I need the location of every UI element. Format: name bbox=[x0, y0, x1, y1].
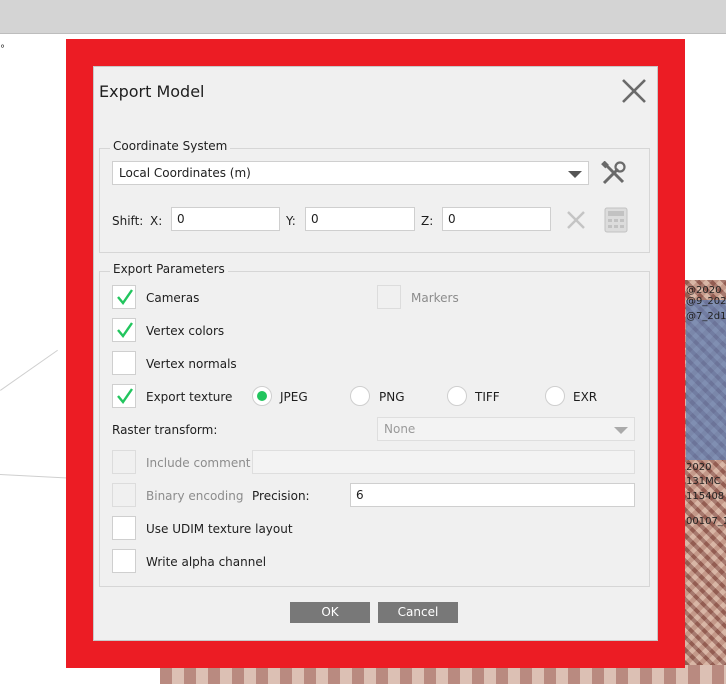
viewport-label: 00107_1 bbox=[686, 516, 726, 527]
raster-transform-dropdown[interactable]: None bbox=[377, 417, 635, 441]
export-parameters-title: Export Parameters bbox=[110, 262, 228, 276]
chevron-down-icon bbox=[614, 427, 628, 434]
vertex-normals-label: Vertex normals bbox=[146, 357, 237, 371]
viewport-label: @9_2020 bbox=[686, 296, 726, 307]
export-texture-checkbox[interactable] bbox=[112, 384, 136, 408]
radio-jpeg-label: JPEG bbox=[280, 390, 308, 404]
precision-input[interactable]: 6 bbox=[350, 483, 635, 507]
vertex-colors-label: Vertex colors bbox=[146, 324, 225, 338]
clear-x-icon[interactable] bbox=[564, 208, 588, 232]
model-viewport-camera bbox=[686, 300, 726, 460]
radio-selected-dot bbox=[257, 391, 267, 401]
coordinate-system-dropdown[interactable]: Local Coordinates (m) bbox=[112, 161, 589, 185]
radio-png[interactable] bbox=[350, 386, 370, 406]
shift-z-label: Z: bbox=[421, 214, 434, 228]
raster-transform-value: None bbox=[384, 422, 416, 436]
viewport-label: @2020 bbox=[686, 285, 722, 296]
use-udim-label: Use UDIM texture layout bbox=[146, 522, 293, 536]
coordinate-system-value: Local Coordinates (m) bbox=[119, 166, 251, 180]
radio-exr[interactable] bbox=[545, 386, 565, 406]
viewport-glyph: ° bbox=[0, 44, 5, 55]
radio-exr-label: EXR bbox=[573, 390, 598, 404]
shift-label: Shift: bbox=[112, 214, 144, 228]
precision-label: Precision: bbox=[252, 489, 310, 503]
viewport-label: 2020 bbox=[686, 462, 712, 473]
vertex-colors-checkbox[interactable] bbox=[112, 318, 136, 342]
radio-jpeg[interactable] bbox=[252, 386, 272, 406]
markers-label: Markers bbox=[411, 291, 459, 305]
shift-y-label: Y: bbox=[286, 214, 296, 228]
shift-z-input[interactable]: 0 bbox=[442, 207, 551, 231]
cameras-label: Cameras bbox=[146, 291, 200, 305]
viewport-label: 131MC bbox=[686, 476, 721, 487]
close-x-icon[interactable] bbox=[619, 76, 649, 106]
dialog-title: Export Model bbox=[99, 82, 205, 101]
tools-icon[interactable] bbox=[600, 160, 628, 187]
radio-tiff-label: TIFF bbox=[475, 390, 500, 404]
coordinate-system-title: Coordinate System bbox=[110, 139, 231, 153]
binary-encoding-checkbox[interactable] bbox=[112, 483, 136, 507]
shift-x-input[interactable]: 0 bbox=[171, 207, 280, 231]
app-toolbar bbox=[0, 0, 726, 34]
viewport-label: @7_2d1c bbox=[686, 311, 726, 322]
viewport-grid-line bbox=[0, 474, 70, 479]
cancel-button[interactable]: Cancel bbox=[378, 602, 458, 623]
radio-tiff[interactable] bbox=[447, 386, 467, 406]
radio-png-label: PNG bbox=[379, 390, 405, 404]
binary-encoding-label: Binary encoding bbox=[146, 489, 244, 503]
chevron-down-icon bbox=[568, 171, 582, 178]
comment-input[interactable] bbox=[252, 450, 635, 474]
vertex-normals-checkbox[interactable] bbox=[112, 351, 136, 375]
export-texture-label: Export texture bbox=[146, 390, 233, 404]
include-comment-label: Include comment bbox=[146, 456, 251, 470]
raster-transform-label: Raster transform: bbox=[112, 423, 218, 437]
export-model-dialog: Export Model Coordinate System Local Coo… bbox=[93, 66, 658, 641]
use-udim-checkbox[interactable] bbox=[112, 516, 136, 540]
cameras-checkbox[interactable] bbox=[112, 285, 136, 309]
include-comment-checkbox[interactable] bbox=[112, 450, 136, 474]
write-alpha-checkbox[interactable] bbox=[112, 549, 136, 573]
viewport-grid-line bbox=[0, 349, 58, 391]
ok-button[interactable]: OK bbox=[290, 602, 370, 623]
shift-x-label: X: bbox=[150, 214, 163, 228]
write-alpha-label: Write alpha channel bbox=[146, 555, 267, 569]
markers-checkbox[interactable] bbox=[377, 285, 401, 309]
viewport-label: 115408 bbox=[686, 491, 725, 502]
shift-y-input[interactable]: 0 bbox=[305, 207, 415, 231]
calculator-icon[interactable] bbox=[604, 207, 628, 233]
